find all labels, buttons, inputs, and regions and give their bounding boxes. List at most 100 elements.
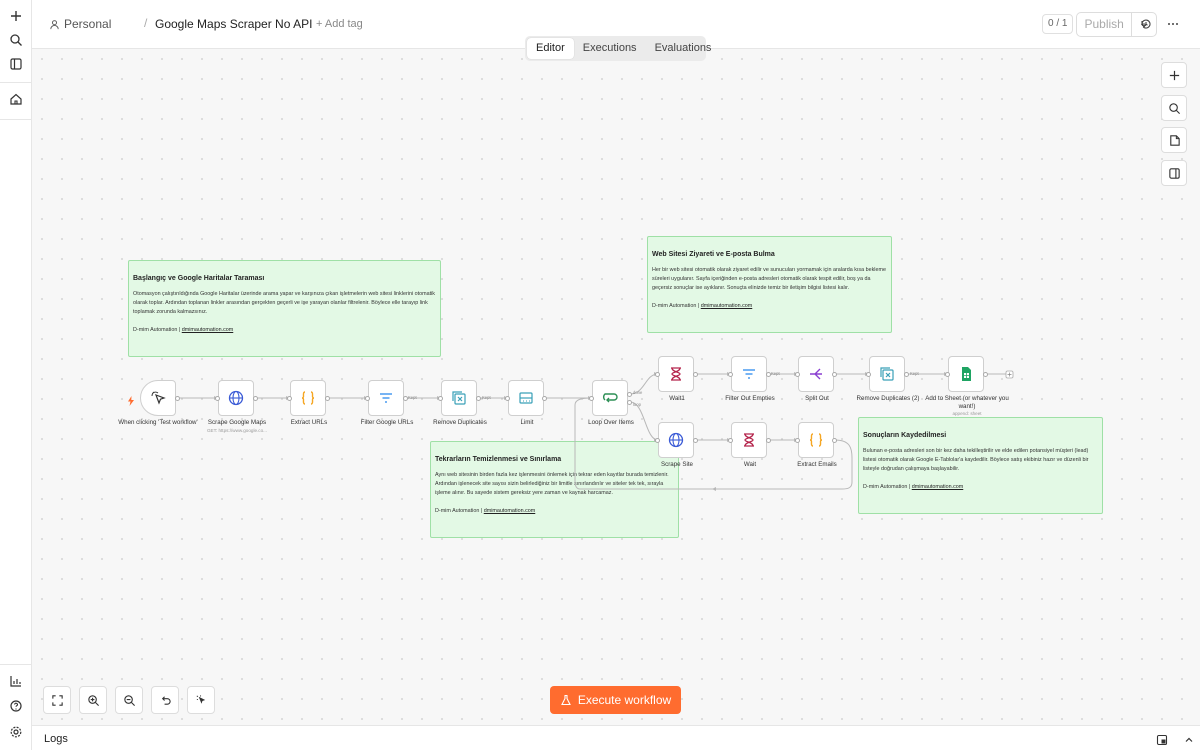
history-icon[interactable] xyxy=(1138,16,1154,32)
output-port-done[interactable] xyxy=(627,392,632,397)
split-out-icon xyxy=(810,368,822,380)
node-loop-over-items[interactable] xyxy=(592,380,628,416)
fit-view-icon xyxy=(51,694,63,706)
output-port[interactable] xyxy=(832,372,837,377)
output-port[interactable] xyxy=(766,438,771,443)
node-manual-trigger[interactable] xyxy=(140,380,176,416)
node-scrape-site[interactable] xyxy=(658,422,694,458)
sticky-note-button[interactable] xyxy=(1161,127,1187,153)
node-remove-duplicates-2[interactable] xyxy=(869,356,905,392)
user-icon xyxy=(50,19,59,29)
output-port[interactable] xyxy=(542,396,547,401)
tab-executions[interactable]: Executions xyxy=(574,38,646,59)
code-braces-icon xyxy=(809,433,823,447)
input-port[interactable] xyxy=(655,438,660,443)
search-icon[interactable] xyxy=(4,29,28,51)
chevron-up-icon[interactable] xyxy=(1183,733,1195,745)
undo-button[interactable] xyxy=(151,686,179,714)
node-wait[interactable] xyxy=(731,422,767,458)
execute-workflow-button[interactable]: Execute workflow xyxy=(550,686,681,714)
input-port[interactable] xyxy=(365,396,370,401)
search-nodes-button[interactable] xyxy=(1161,95,1187,121)
left-sidebar xyxy=(0,0,32,750)
node-filter-out-empties[interactable] xyxy=(731,356,767,392)
zoom-in-button[interactable] xyxy=(79,686,107,714)
node-extract-emails[interactable] xyxy=(798,422,834,458)
tab-editor[interactable]: Editor xyxy=(527,38,574,59)
input-port[interactable] xyxy=(945,372,950,377)
node-limit[interactable] xyxy=(508,380,544,416)
output-port[interactable] xyxy=(175,396,180,401)
note-link[interactable]: dmimautomation.com xyxy=(182,327,234,333)
input-port[interactable] xyxy=(728,438,733,443)
input-port[interactable] xyxy=(505,396,510,401)
logs-title: Logs xyxy=(44,733,68,745)
settings-gear-icon[interactable] xyxy=(4,721,28,743)
fit-view-button[interactable] xyxy=(43,686,71,714)
node-scrape-google-maps[interactable] xyxy=(218,380,254,416)
note-link[interactable]: dmimautomation.com xyxy=(484,508,536,514)
note-link[interactable]: dmimautomation.com xyxy=(912,484,964,490)
output-port[interactable] xyxy=(766,372,771,377)
output-port[interactable] xyxy=(476,396,481,401)
plus-icon[interactable] xyxy=(4,5,28,27)
insights-icon[interactable] xyxy=(4,670,28,692)
note-title: Sonuçların Kaydedilmesi xyxy=(863,432,947,439)
sticky-note-start[interactable]: Başlangıç ve Google Haritalar Taraması O… xyxy=(128,260,441,357)
output-port[interactable] xyxy=(983,372,988,377)
output-port[interactable] xyxy=(904,372,909,377)
logs-panel[interactable]: Logs xyxy=(32,725,1200,750)
panel-toggle-icon[interactable] xyxy=(4,53,28,75)
zoom-out-button[interactable] xyxy=(115,686,143,714)
globe-icon xyxy=(668,432,684,448)
help-icon[interactable] xyxy=(4,695,28,717)
output-port[interactable] xyxy=(693,372,698,377)
input-port[interactable] xyxy=(215,396,220,401)
input-port[interactable] xyxy=(795,438,800,443)
input-port[interactable] xyxy=(589,396,594,401)
home-icon[interactable] xyxy=(4,88,28,110)
node-split-out[interactable] xyxy=(798,356,834,392)
node-wait1[interactable] xyxy=(658,356,694,392)
note-body: Aynı web sitesinin birden fazla kez işle… xyxy=(435,472,669,496)
add-tag-button[interactable]: + Add tag xyxy=(316,18,363,30)
side-panel-button[interactable] xyxy=(1161,160,1187,186)
node-filter-google-urls[interactable] xyxy=(368,380,404,416)
edge-label-kept: Kept xyxy=(482,395,491,400)
add-node-button[interactable] xyxy=(1161,62,1187,88)
input-port[interactable] xyxy=(287,396,292,401)
input-port[interactable] xyxy=(728,372,733,377)
output-port[interactable] xyxy=(403,396,408,401)
output-port[interactable] xyxy=(325,396,330,401)
input-port[interactable] xyxy=(655,372,660,377)
output-port[interactable] xyxy=(693,438,698,443)
note-footer: D-mim Automation | dmimautomation.com xyxy=(133,327,234,333)
project-breadcrumb[interactable]: Personal xyxy=(49,17,111,31)
input-port[interactable] xyxy=(438,396,443,401)
publish-button[interactable]: Publish xyxy=(1077,13,1133,36)
note-link[interactable]: dmimautomation.com xyxy=(701,303,753,309)
pop-out-icon[interactable] xyxy=(1156,733,1168,746)
edge-label-done: done xyxy=(633,390,643,395)
output-port-loop[interactable] xyxy=(627,400,632,405)
input-port[interactable] xyxy=(795,372,800,377)
sticky-note-website[interactable]: Web Sitesi Ziyareti ve E-posta Bulma Her… xyxy=(647,236,892,333)
tab-evaluations[interactable]: Evaluations xyxy=(646,38,721,59)
node-extract-urls[interactable] xyxy=(290,380,326,416)
more-options-icon[interactable] xyxy=(1165,16,1181,32)
sticky-note-results[interactable]: Sonuçların Kaydedilmesi Bulunan e-posta … xyxy=(858,417,1103,514)
hourglass-icon xyxy=(671,367,681,381)
output-port[interactable] xyxy=(253,396,258,401)
node-label: When clicking 'Test workflow' xyxy=(118,419,198,426)
input-port[interactable] xyxy=(866,372,871,377)
node-label: Remove Duplicates (2) xyxy=(856,395,920,402)
note-footer: D-mim Automation | dmimautomation.com xyxy=(863,484,964,490)
note-body: Otomasyon çalıştırıldığında Google Harit… xyxy=(133,291,436,315)
tidy-up-button[interactable] xyxy=(187,686,215,714)
node-remove-duplicates[interactable] xyxy=(441,380,477,416)
workflow-name[interactable]: Google Maps Scraper No API xyxy=(155,17,312,31)
node-label: Extract URLs xyxy=(290,419,328,426)
sticky-note-duplicates[interactable]: Tekrarların Temizlenmesi ve Sınırlama Ay… xyxy=(430,441,679,538)
node-add-to-sheet[interactable] xyxy=(948,356,984,392)
output-port[interactable] xyxy=(832,438,837,443)
